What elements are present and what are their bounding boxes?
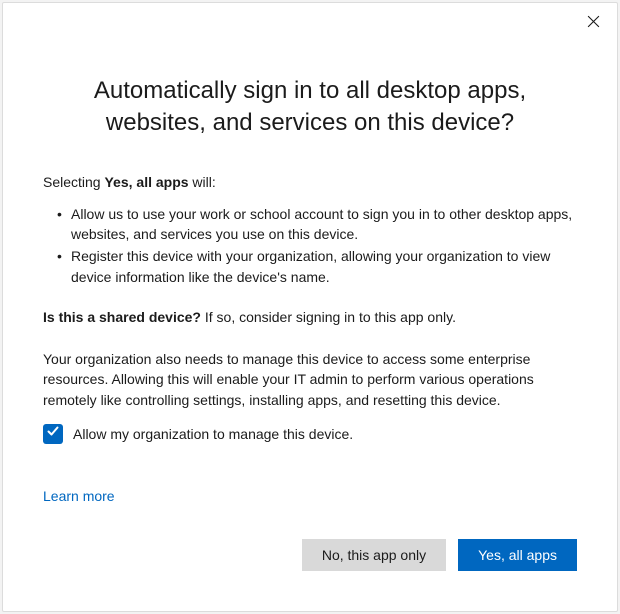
shared-device-text: Is this a shared device? If so, consider… — [43, 309, 577, 325]
yes-all-apps-button[interactable]: Yes, all apps — [458, 539, 577, 571]
learn-more-link[interactable]: Learn more — [43, 488, 115, 504]
bullet-list: Allow us to use your work or school acco… — [43, 204, 577, 287]
list-item: Register this device with your organizat… — [57, 246, 577, 287]
signin-dialog: Automatically sign in to all desktop app… — [2, 2, 618, 612]
organization-text: Your organization also needs to manage t… — [43, 349, 577, 410]
intro-text: Selecting Yes, all apps will: — [43, 174, 577, 190]
close-button[interactable] — [579, 9, 607, 37]
intro-prefix: Selecting — [43, 174, 104, 190]
shared-note: If so, consider signing in to this app o… — [201, 309, 456, 325]
no-this-app-only-button[interactable]: No, this app only — [302, 539, 446, 571]
list-item: Allow us to use your work or school acco… — [57, 204, 577, 245]
manage-device-checkbox[interactable] — [43, 424, 63, 444]
dialog-title: Automatically sign in to all desktop app… — [43, 75, 577, 140]
close-icon — [587, 15, 600, 31]
checkbox-row: Allow my organization to manage this dev… — [43, 424, 577, 444]
checkbox-label[interactable]: Allow my organization to manage this dev… — [73, 426, 353, 442]
checkmark-icon — [46, 424, 60, 443]
dialog-content: Selecting Yes, all apps will: Allow us t… — [43, 174, 577, 539]
intro-bold: Yes, all apps — [104, 174, 188, 190]
dialog-footer: No, this app only Yes, all apps — [43, 539, 577, 571]
intro-suffix: will: — [189, 174, 216, 190]
shared-question: Is this a shared device? — [43, 309, 201, 325]
